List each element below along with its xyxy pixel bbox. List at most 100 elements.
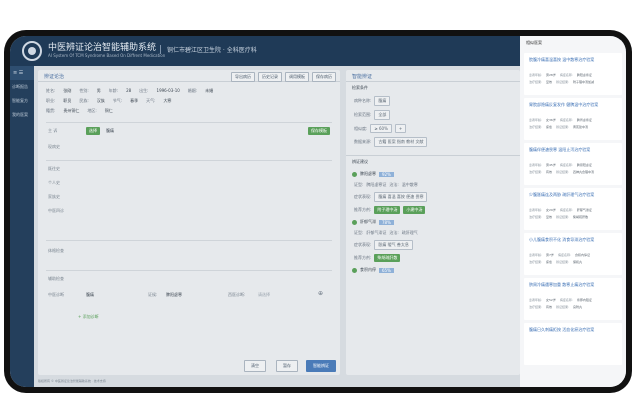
add-icon[interactable]: +	[394, 124, 407, 133]
case-title[interactable]: 脘腹冷痛喜温喜按 温中散寒治疗验案	[529, 57, 617, 67]
case-meta-value: 食积内停证	[574, 253, 590, 257]
template-button[interactable]: 调用模板	[285, 72, 309, 82]
diagnose-panel-header: 智能辨证	[346, 70, 520, 82]
formula-tag[interactable]: 小建中汤	[403, 206, 426, 214]
result-item[interactable]: 食积内停 65%	[346, 264, 520, 276]
patient-birth: 1996-03-10	[156, 88, 180, 93]
case-title[interactable]: 胃脘部隐痛反复发作 健脾温中治疗验案	[529, 102, 617, 112]
case-meta-label: 治疗结果:	[529, 80, 543, 84]
result-row: 推荐方剂: 附子理中汤 小建中汤	[346, 204, 520, 216]
case-meta-value: 显效	[546, 80, 553, 84]
patient-row-1: 姓名: 张刚 性别: 男 年龄: 28 出生: 1996-03-10 婚姻: 未婚	[38, 86, 340, 96]
patient-row-3: 籍贯: 贵州铜仁 地区: 铜仁	[38, 106, 340, 116]
cond-similarity-select[interactable]: ≥ 60%	[370, 124, 392, 133]
symptom-chips[interactable]: 腹痛 喜温 喜按 便溏 畏寒	[374, 192, 428, 202]
job-label: 职业:	[46, 98, 56, 103]
result-label: 推荐方剂:	[354, 207, 372, 212]
case-meta-value: 男7岁	[546, 253, 554, 257]
case-title[interactable]: 小儿腹痛食积不化 消食导滞治疗验案	[529, 237, 617, 247]
draft-button[interactable]: 暂存	[276, 360, 298, 372]
export-button[interactable]: 导出病历	[231, 72, 255, 82]
case-card[interactable]: 少腹胀痛连及两胁 疏肝理气治疗验案 患者年龄: 女29岁 病症名称: 肝郁气滞证 治疗结果…	[524, 188, 622, 230]
marital-label: 婚姻:	[187, 88, 198, 93]
case-meta-label: 治疗结果:	[529, 260, 543, 264]
syndrome-label: 证候:	[148, 292, 158, 297]
name-label: 姓名:	[46, 88, 56, 93]
case-meta-label: 患者年龄:	[529, 118, 543, 122]
cond-label: 相似度:	[354, 125, 368, 131]
result-item[interactable]: 肝郁气滞 78%	[346, 216, 520, 228]
case-title[interactable]: 腹痛日久刺痛拒按 活血化瘀治疗验案	[529, 327, 617, 337]
case-card[interactable]: 脘腹冷痛喜温喜按 温中散寒治疗验案 患者年龄: 男28岁 病症名称: 脾阳虚寒证 治疗结果…	[524, 53, 622, 95]
case-card[interactable]: 小儿腹痛食积不化 消食导滞治疗验案患者年龄: 男7岁 病症名称: 食积内停证 治疗结果:…	[524, 233, 622, 275]
cond-scope-select[interactable]: 全部	[374, 110, 391, 120]
patient-name: 张刚	[63, 88, 72, 93]
west-diagnosis-input[interactable]: 请选择	[258, 292, 270, 298]
sidebar-item-report[interactable]: 诊断报告	[10, 80, 34, 94]
sidebar-item-cases[interactable]: 我的医案	[10, 108, 34, 122]
status-dot-icon	[352, 267, 357, 273]
field-present-illness: 现病史	[48, 144, 60, 149]
field-tcm-diagnosis: 中医诊断	[48, 292, 64, 297]
divider	[46, 160, 332, 161]
smart-diagnose-button[interactable]: 智能辨证	[306, 360, 336, 372]
case-meta: 治疗结果: 显效 辨证结果: 柴胡疏肝散	[529, 215, 617, 219]
clear-button[interactable]: 清空	[244, 360, 266, 372]
age-label: 年龄:	[108, 88, 119, 93]
syndrome-value[interactable]: 脾阳虚寒	[166, 292, 182, 298]
symptom-chips[interactable]: 胀痛 嗳气 善太息	[374, 240, 413, 250]
formula-tag[interactable]: 附子理中汤	[374, 206, 401, 214]
case-meta-label: 辨证结果:	[556, 125, 570, 129]
case-meta-value: 痊愈	[546, 125, 553, 129]
add-diagnosis-link[interactable]: + 添加诊断	[78, 314, 99, 320]
case-title[interactable]: 脐周冷痛遇寒加重 散寒止痛治疗验案	[529, 282, 617, 292]
season-label: 节气:	[112, 98, 123, 103]
case-meta-value: 显效	[546, 215, 553, 219]
hospital-name: 铜仁市碧江区卫生院 · 全科医疗科	[160, 45, 257, 54]
similar-cases-drawer: 相似医案 脘腹冷痛喜温喜按 温中散寒治疗验案 患者年龄: 男28岁 病症名称: 脾阳虚寒…	[520, 36, 626, 387]
case-meta-label: 患者年龄:	[529, 298, 543, 302]
cond-row: 检索范围: 全部	[346, 108, 520, 122]
add-circle-icon[interactable]: ⊕	[318, 290, 323, 297]
case-meta: 治疗结果: 显效 辨证结果: 附子理中汤加减	[529, 80, 617, 84]
field-family-history: 家族史	[48, 194, 60, 199]
case-meta-label: 病症名称:	[557, 253, 571, 257]
case-meta-value: 男28岁	[546, 73, 556, 77]
patient-region: 铜仁	[104, 108, 113, 113]
sidebar-item-formula[interactable]: 智能复方	[10, 94, 34, 108]
patient-term: 大寒	[163, 98, 172, 103]
term-label: 天气:	[146, 98, 156, 103]
case-meta-value: 柴胡疏肝散	[573, 215, 589, 219]
result-row: 证型: 脾阳虚寒证 治法: 温中散寒	[346, 180, 520, 190]
result-value: 脾阳虚寒证	[366, 182, 387, 187]
west-diagnosis-label: 西医诊断:	[228, 292, 246, 297]
case-meta-label: 病症名称:	[559, 298, 573, 302]
save-template-button[interactable]: 保存模板	[308, 127, 330, 135]
patient-sex: 男	[96, 88, 101, 93]
case-card[interactable]: 腹痛伴便溏畏寒 温阳止泻治疗验案 患者年龄: 男45岁 病症名称: 脾肾阳虚证 治疗结果:…	[524, 143, 622, 185]
result-item[interactable]: 脾阳虚寒 92%	[346, 168, 520, 180]
case-card[interactable]: 胃脘部隐痛反复发作 健脾温中治疗验案 患者年龄: 女36岁 病症名称: 脾胃虚寒证 治疗结…	[524, 98, 622, 140]
result-label: 治法:	[389, 230, 399, 235]
menu-toggle-icon[interactable]: ≡ ☰	[10, 66, 34, 80]
history-button[interactable]: 历史记录	[258, 72, 282, 82]
case-title[interactable]: 少腹胀痛连及两胁 疏肝理气治疗验案	[529, 192, 617, 202]
origin-label: 籍贯:	[46, 108, 56, 113]
case-card[interactable]: 脐周冷痛遇寒加重 散寒止痛治疗验案 患者年龄: 女52岁 病症名称: 寒邪内阻证 治疗结果…	[524, 278, 622, 320]
case-meta-value: 痊愈	[546, 260, 553, 264]
formula-tag[interactable]: 柴胡疏肝散	[374, 254, 401, 262]
chief-complaint-value[interactable]: 腹痛	[106, 128, 114, 134]
chief-select-button[interactable]: 选择	[86, 127, 100, 135]
case-title[interactable]: 腹痛伴便溏畏寒 温阳止泻治疗验案	[529, 147, 617, 157]
cond-disease-select[interactable]: 腹痛	[374, 96, 391, 106]
case-card[interactable]: 腹痛日久刺痛拒按 活血化瘀治疗验案	[524, 323, 622, 365]
tcm-diagnosis-value[interactable]: 腹痛	[86, 292, 94, 298]
status-dot-icon	[352, 219, 357, 225]
case-meta: 患者年龄: 男7岁 病症名称: 食积内停证	[529, 253, 617, 257]
cond-source-chips[interactable]: 古籍 医案 指南 教材 文献	[374, 137, 428, 147]
status-dot-icon	[352, 171, 357, 177]
case-meta-value: 男45岁	[546, 163, 556, 167]
divider	[46, 240, 332, 241]
case-meta-label: 病症名称:	[559, 73, 573, 77]
save-record-button[interactable]: 保存病历	[312, 72, 336, 82]
